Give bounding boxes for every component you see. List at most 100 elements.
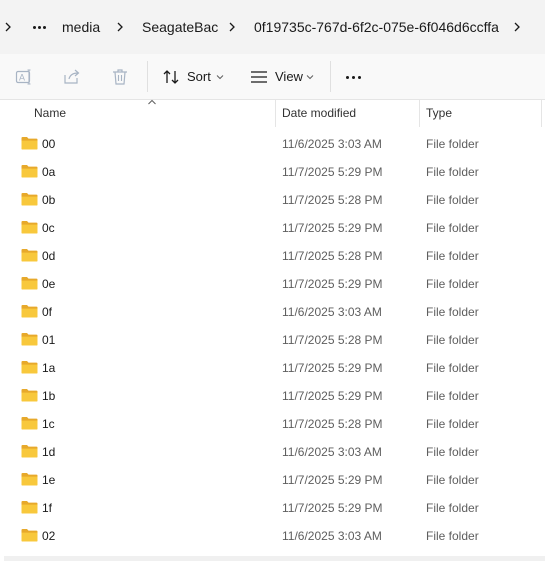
folder-icon (21, 445, 38, 458)
svg-text:A: A (19, 73, 25, 83)
breadcrumb-current-folder[interactable]: 0f19735c-767d-6f2c-075e-6f046d6ccffa (254, 0, 499, 54)
file-name[interactable]: 0d (42, 242, 55, 270)
folder-icon (21, 333, 38, 346)
folder-icon (21, 193, 38, 206)
list-item[interactable]: 1b 11/7/2025 5:29 PM File folder (0, 382, 545, 410)
folder-icon (21, 221, 38, 234)
list-item[interactable]: 02 11/6/2025 3:03 AM File folder (0, 522, 545, 550)
file-date-modified: 11/7/2025 5:28 PM (282, 193, 383, 207)
file-date-modified: 11/7/2025 5:29 PM (282, 473, 383, 487)
file-name[interactable]: 00 (42, 130, 55, 158)
file-type: File folder (426, 277, 479, 291)
file-type: File folder (426, 193, 479, 207)
column-header-date-modified[interactable]: Date modified (282, 99, 356, 127)
column-divider[interactable] (275, 99, 276, 127)
file-type: File folder (426, 417, 479, 431)
list-item[interactable]: 0e 11/7/2025 5:29 PM File folder (0, 270, 545, 298)
file-type: File folder (426, 389, 479, 403)
horizontal-scrollbar[interactable] (4, 556, 545, 561)
column-header-name[interactable]: Name (34, 99, 66, 127)
list-item[interactable]: 0f 11/6/2025 3:03 AM File folder (0, 298, 545, 326)
file-name[interactable]: 0e (42, 270, 55, 298)
folder-icon (21, 361, 38, 374)
chevron-right-icon[interactable] (226, 21, 238, 33)
file-name[interactable]: 02 (42, 522, 55, 550)
list-item[interactable]: 0c 11/7/2025 5:29 PM File folder (0, 214, 545, 242)
view-button[interactable]: View (248, 61, 320, 93)
breadcrumb-seagatebac[interactable]: SeagateBac (142, 0, 218, 54)
toolbar-divider (330, 61, 331, 92)
view-icon (251, 71, 267, 83)
address-breadcrumb-bar: media SeagateBac 0f19735c-767d-6f2c-075e… (0, 0, 545, 54)
list-item[interactable]: 0a 11/7/2025 5:29 PM File folder (0, 158, 545, 186)
folder-icon (21, 249, 38, 262)
column-header-row: Name Date modified Type (0, 99, 545, 127)
file-name[interactable]: 1d (42, 438, 55, 466)
chevron-down-icon (216, 75, 224, 80)
file-type: File folder (426, 137, 479, 151)
list-item[interactable]: 1c 11/7/2025 5:28 PM File folder (0, 410, 545, 438)
file-type: File folder (426, 249, 479, 263)
file-type: File folder (426, 361, 479, 375)
file-name[interactable]: 0a (42, 158, 55, 186)
chevron-down-icon (306, 75, 314, 80)
column-divider[interactable] (541, 99, 542, 127)
file-date-modified: 11/7/2025 5:29 PM (282, 165, 383, 179)
share-icon[interactable] (62, 67, 82, 87)
file-type: File folder (426, 305, 479, 319)
chevron-right-icon[interactable] (114, 21, 126, 33)
file-name[interactable]: 1a (42, 354, 55, 382)
column-divider[interactable] (419, 99, 420, 127)
file-date-modified: 11/7/2025 5:28 PM (282, 249, 383, 263)
sort-button[interactable]: Sort (160, 61, 230, 93)
folder-icon (21, 501, 38, 514)
list-item[interactable]: 1e 11/7/2025 5:29 PM File folder (0, 466, 545, 494)
breadcrumb-media[interactable]: media (62, 0, 100, 54)
file-name[interactable]: 1e (42, 466, 55, 494)
file-type: File folder (426, 165, 479, 179)
file-type: File folder (426, 501, 479, 515)
command-bar: A Sort View (0, 54, 545, 100)
file-date-modified: 11/7/2025 5:29 PM (282, 501, 383, 515)
folder-icon (21, 137, 38, 150)
file-name[interactable]: 1c (42, 410, 55, 438)
file-date-modified: 11/6/2025 3:03 AM (282, 529, 382, 543)
list-item[interactable]: 1d 11/6/2025 3:03 AM File folder (0, 438, 545, 466)
sort-label: Sort (187, 69, 211, 84)
list-item[interactable]: 1f 11/7/2025 5:29 PM File folder (0, 494, 545, 522)
file-name[interactable]: 0c (42, 214, 55, 242)
folder-icon (21, 529, 38, 542)
list-item[interactable]: 1a 11/7/2025 5:29 PM File folder (0, 354, 545, 382)
list-item[interactable]: 0b 11/7/2025 5:28 PM File folder (0, 186, 545, 214)
file-date-modified: 11/7/2025 5:29 PM (282, 361, 383, 375)
sort-ascending-icon (148, 99, 156, 105)
file-date-modified: 11/7/2025 5:29 PM (282, 277, 383, 291)
list-item[interactable]: 0d 11/7/2025 5:28 PM File folder (0, 242, 545, 270)
file-name[interactable]: 0b (42, 186, 55, 214)
rename-icon[interactable]: A (14, 67, 34, 87)
list-item[interactable]: 01 11/7/2025 5:28 PM File folder (0, 326, 545, 354)
file-name[interactable]: 1f (42, 494, 52, 522)
chevron-right-icon[interactable] (511, 21, 523, 33)
file-name[interactable]: 1b (42, 382, 55, 410)
file-date-modified: 11/6/2025 3:03 AM (282, 445, 382, 459)
chevron-right-icon[interactable] (2, 21, 14, 33)
file-date-modified: 11/6/2025 3:03 AM (282, 137, 382, 151)
delete-icon[interactable] (110, 67, 130, 87)
list-item[interactable]: 00 11/6/2025 3:03 AM File folder (0, 130, 545, 158)
file-date-modified: 11/7/2025 5:29 PM (282, 389, 383, 403)
file-name[interactable]: 0f (42, 298, 52, 326)
file-date-modified: 11/7/2025 5:28 PM (282, 333, 383, 347)
file-name[interactable]: 01 (42, 326, 55, 354)
folder-icon (21, 389, 38, 402)
folder-icon (21, 277, 38, 290)
folder-icon (21, 417, 38, 430)
file-type: File folder (426, 221, 479, 235)
toolbar-divider (147, 61, 148, 92)
view-label: View (275, 69, 303, 84)
file-type: File folder (426, 529, 479, 543)
file-type: File folder (426, 333, 479, 347)
file-type: File folder (426, 445, 479, 459)
file-date-modified: 11/6/2025 3:03 AM (282, 305, 382, 319)
column-header-type[interactable]: Type (426, 99, 452, 127)
